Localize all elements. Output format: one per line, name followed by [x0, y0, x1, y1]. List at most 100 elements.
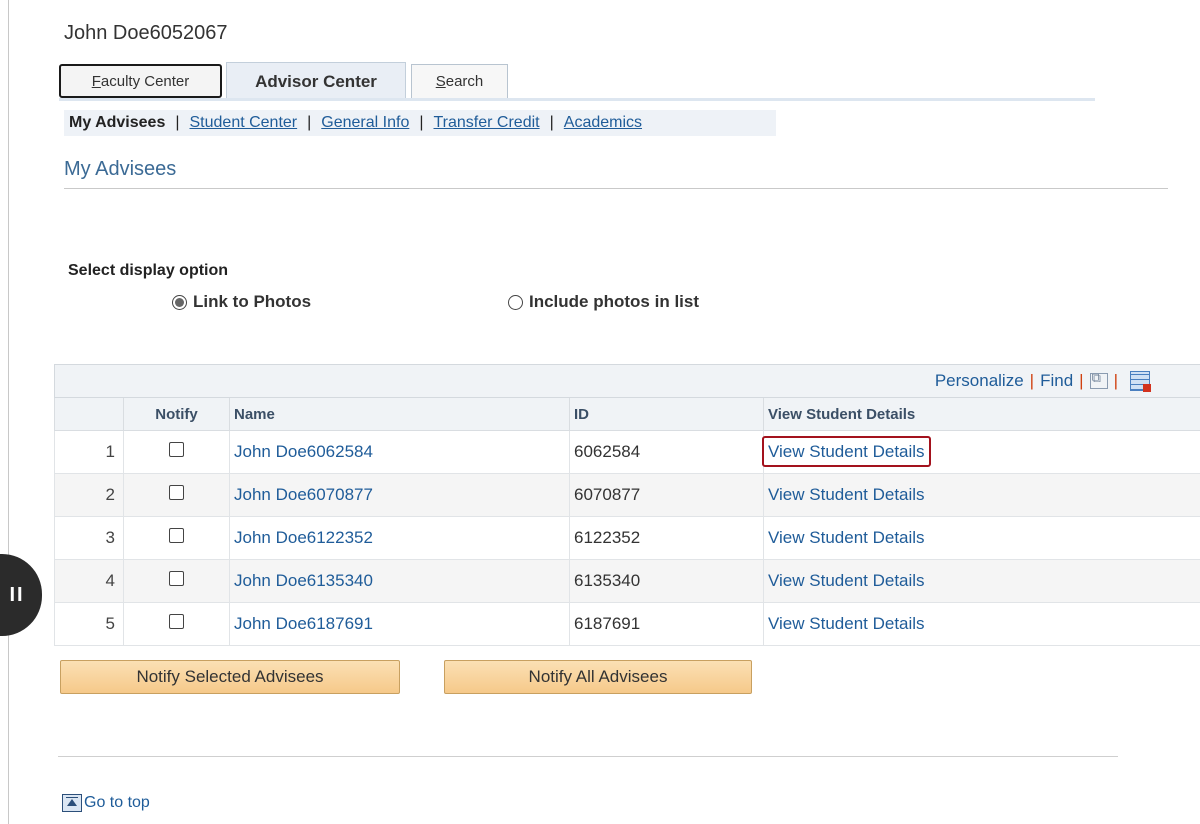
notify-cell — [123, 516, 230, 560]
grid-toolbar: Personalize | Find | | — [54, 364, 1200, 398]
advisee-name-link[interactable]: John Doe6187691 — [234, 614, 373, 633]
view-student-details-link[interactable]: View Student Details — [768, 614, 925, 633]
subnav-separator: | — [175, 114, 180, 131]
name-cell: John Doe6187691 — [229, 602, 570, 646]
download-excel-icon[interactable] — [1130, 371, 1151, 392]
display-option-label: Select display option — [68, 262, 229, 279]
subnav-my-advisees: My Advisees — [69, 114, 166, 131]
row-number: 1 — [54, 430, 124, 474]
view-student-details-link[interactable]: View Student Details — [768, 571, 925, 590]
row-number: 3 — [54, 516, 124, 560]
page-title: My Advisees — [64, 158, 177, 180]
tab-faculty-center[interactable]: Faculty Center — [59, 64, 222, 98]
notify-cell — [123, 473, 230, 517]
subnav-separator: | — [419, 114, 424, 131]
tab-faculty-center-accesskey: F — [91, 72, 101, 90]
advisee-name-link[interactable]: John Doe6135340 — [234, 571, 373, 590]
tab-advisor-center[interactable]: Advisor Center — [226, 62, 406, 100]
go-to-top-link[interactable]: Go to top — [62, 794, 150, 812]
table-row: 3 John Doe6122352 6122352 View Student D… — [54, 516, 1200, 560]
advisee-name-link[interactable]: John Doe6122352 — [234, 528, 373, 547]
go-to-top-label: Go to top — [84, 794, 150, 811]
advisees-grid: Personalize | Find | | Notify Name ID Vi… — [54, 364, 1200, 646]
tab-faculty-center-label: aculty Center — [100, 72, 190, 90]
radio-link-to-photos-label: Link to Photos — [193, 292, 312, 311]
row-number: 2 — [54, 473, 124, 517]
notify-checkbox[interactable] — [169, 571, 184, 586]
table-row: 4 John Doe6135340 6135340 View Student D… — [54, 559, 1200, 603]
notify-cell — [123, 430, 230, 474]
notify-cell — [123, 559, 230, 603]
go-to-top-icon — [62, 794, 82, 812]
advisee-id: 6135340 — [569, 559, 764, 603]
toolbar-separator: | — [1113, 371, 1118, 390]
subnav-separator: | — [307, 114, 312, 131]
radio-include-photos[interactable]: Include photos in list — [508, 292, 699, 312]
column-header-view-details: View Student Details — [763, 398, 1200, 431]
name-cell: John Doe6122352 — [229, 516, 570, 560]
name-cell: John Doe6070877 — [229, 473, 570, 517]
view-student-details-link[interactable]: View Student Details — [768, 485, 925, 504]
tab-search[interactable]: Search — [411, 64, 508, 98]
details-cell: View Student Details — [763, 559, 1200, 603]
advisees-table: Notify Name ID View Student Details 1 Jo… — [54, 398, 1200, 646]
radio-link-to-photos[interactable]: Link to Photos — [172, 292, 311, 312]
table-header-row: Notify Name ID View Student Details — [54, 398, 1200, 431]
view-student-details-link[interactable]: View Student Details — [768, 528, 925, 547]
table-row: 2 John Doe6070877 6070877 View Student D… — [54, 473, 1200, 517]
collapse-sidebar-handle[interactable]: II — [0, 554, 42, 636]
details-cell: View Student Details — [763, 516, 1200, 560]
notify-checkbox[interactable] — [169, 614, 184, 629]
sub-navigation: My Advisees | Student Center | General I… — [64, 110, 776, 136]
subnav-transfer-credit[interactable]: Transfer Credit — [434, 114, 540, 132]
name-cell: John Doe6062584 — [229, 430, 570, 474]
view-student-details-link[interactable]: View Student Details — [762, 436, 931, 467]
subnav-student-center[interactable]: Student Center — [190, 114, 298, 132]
row-number: 5 — [54, 602, 124, 646]
column-header-name: Name — [229, 398, 570, 431]
advisee-id: 6062584 — [569, 430, 764, 474]
notify-all-advisees-button[interactable]: Notify All Advisees — [444, 660, 752, 694]
advisee-id: 6122352 — [569, 516, 764, 560]
notify-checkbox[interactable] — [169, 528, 184, 543]
table-row: 5 John Doe6187691 6187691 View Student D… — [54, 602, 1200, 646]
footer-divider — [58, 756, 1118, 757]
advisee-id: 6187691 — [569, 602, 764, 646]
tab-search-label: earch — [445, 73, 484, 90]
advisee-id: 6070877 — [569, 473, 764, 517]
notify-selected-advisees-button[interactable]: Notify Selected Advisees — [60, 660, 400, 694]
notify-checkbox[interactable] — [169, 442, 184, 457]
tab-search-accesskey: S — [435, 73, 446, 90]
column-header-id: ID — [569, 398, 764, 431]
title-divider — [64, 188, 1168, 189]
tab-underline — [59, 98, 1095, 101]
column-header-rownum — [54, 398, 124, 431]
details-cell: View Student Details — [762, 430, 1200, 474]
user-name: John Doe6052067 — [64, 22, 228, 44]
tab-bar: Faculty Center Advisor Center Search — [59, 62, 1099, 101]
personalize-link[interactable]: Personalize — [935, 371, 1024, 391]
subnav-separator: | — [549, 114, 554, 131]
toolbar-separator: | — [1029, 371, 1035, 390]
toolbar-separator: | — [1079, 371, 1084, 390]
radio-button[interactable] — [508, 294, 523, 310]
name-cell: John Doe6135340 — [229, 559, 570, 603]
row-number: 4 — [54, 559, 124, 603]
notify-cell — [123, 602, 230, 646]
advisee-name-link[interactable]: John Doe6062584 — [234, 442, 373, 461]
details-cell: View Student Details — [763, 602, 1200, 646]
subnav-academics[interactable]: Academics — [564, 114, 642, 132]
notify-checkbox[interactable] — [169, 485, 184, 500]
advisee-name-link[interactable]: John Doe6070877 — [234, 485, 373, 504]
details-cell: View Student Details — [763, 473, 1200, 517]
column-header-notify: Notify — [123, 398, 230, 431]
table-row: 1 John Doe6062584 6062584 View Student D… — [54, 430, 1200, 474]
view-all-icon[interactable] — [1089, 370, 1108, 389]
find-link[interactable]: Find — [1040, 371, 1073, 391]
left-border — [8, 0, 9, 824]
radio-include-photos-label: Include photos in list — [529, 292, 699, 311]
radio-button-selected[interactable] — [172, 294, 187, 310]
tab-advisor-center-label: Advisor Center — [255, 71, 377, 91]
subnav-general-info[interactable]: General Info — [321, 114, 409, 132]
pause-icon: II — [9, 583, 25, 606]
